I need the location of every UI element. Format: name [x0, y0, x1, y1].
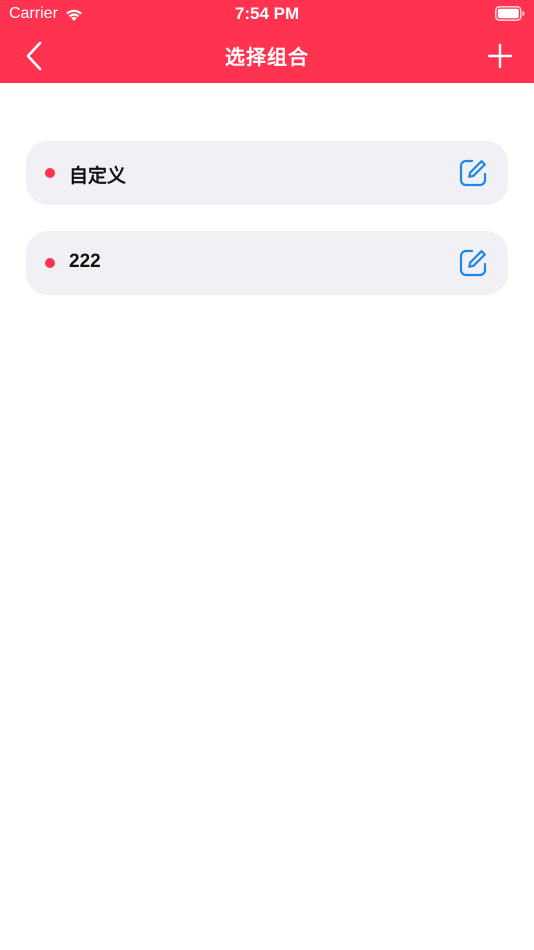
battery-icon — [495, 6, 525, 21]
edit-icon — [459, 159, 487, 187]
status-bar: Carrier 7:54 PM — [0, 0, 534, 28]
group-list: 自定义 222 — [26, 141, 508, 321]
edit-icon — [459, 249, 487, 277]
page-title: 选择组合 — [225, 47, 309, 69]
plus-icon — [487, 43, 513, 69]
group-label: 222 — [69, 251, 101, 272]
group-item-222[interactable]: 222 — [26, 231, 508, 295]
add-group-button[interactable] — [480, 36, 520, 76]
edit-group-button[interactable] — [456, 156, 490, 190]
navigation-bar: 选择组合 — [0, 28, 534, 83]
edit-group-button[interactable] — [456, 246, 490, 280]
bullet-dot — [45, 168, 55, 178]
bullet-dot — [45, 258, 55, 268]
group-item-custom[interactable]: 自定义 — [26, 141, 508, 205]
app-header: Carrier 7:54 PM 选择组合 — [0, 0, 534, 83]
status-time: 7:54 PM — [234, 4, 300, 23]
group-label: 自定义 — [69, 166, 127, 187]
